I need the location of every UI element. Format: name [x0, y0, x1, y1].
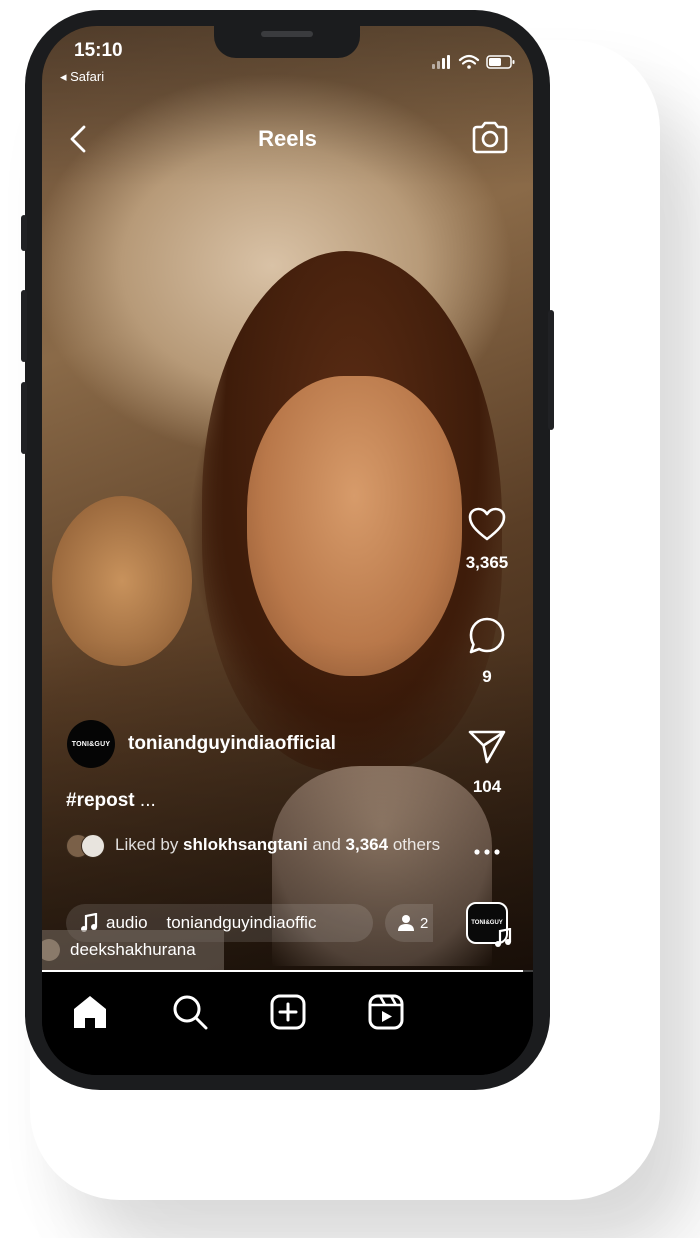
page-title: Reels: [258, 126, 317, 151]
tagged-user-chip[interactable]: deekshakhurana: [42, 930, 224, 970]
signal-icon: [432, 55, 450, 69]
liked-by-suffix: others: [388, 835, 441, 854]
home-icon: [74, 996, 106, 1028]
battery-icon: [486, 55, 515, 69]
mute-switch: [21, 215, 27, 251]
liked-by-count[interactable]: 3,364: [346, 835, 389, 854]
person-icon: [398, 915, 414, 931]
liked-by-text[interactable]: Liked by shlokhsangtani and 3,364 others: [115, 834, 445, 856]
comment-action[interactable]: 9: [452, 616, 522, 687]
reel-video[interactable]: [42, 26, 533, 970]
search-icon: [173, 995, 208, 1030]
tab-reels[interactable]: [366, 992, 406, 1032]
liked-by-prefix: Liked by: [115, 835, 184, 854]
status-time: 15:10: [74, 40, 123, 61]
tab-search[interactable]: [170, 992, 210, 1032]
more-options-button[interactable]: [452, 844, 522, 862]
tagged-people-button[interactable]: 2: [385, 904, 433, 942]
send-icon: [468, 730, 506, 764]
tab-create[interactable]: [268, 992, 308, 1032]
camera-button[interactable]: [470, 120, 510, 156]
screen: 15:10 ◂ Safari Reels 3,365 9 104 TONI&GU…: [42, 26, 533, 1075]
caption-more[interactable]: ...: [135, 790, 156, 811]
username-link[interactable]: toniandguyindiaofficial: [128, 733, 336, 755]
status-icons: [432, 52, 522, 77]
wifi-icon: [458, 54, 480, 69]
speaker: [261, 31, 313, 37]
caption-hashtag[interactable]: #repost: [66, 790, 135, 811]
back-to-app-link[interactable]: ◂ Safari: [60, 69, 104, 85]
avatar[interactable]: TONI&GUY: [67, 720, 115, 768]
tab-home[interactable]: [70, 992, 110, 1032]
volume-down-button: [21, 382, 27, 454]
like-action[interactable]: 3,365: [452, 506, 522, 573]
video-face: [247, 376, 462, 676]
heart-icon: [468, 507, 506, 541]
people-count: 2: [420, 914, 429, 932]
more-icon: [474, 849, 500, 855]
liked-by-avatars: [66, 834, 110, 858]
volume-up-button: [21, 290, 27, 362]
reels-icon: [368, 994, 404, 1030]
liked-by-mid: and: [307, 835, 346, 854]
audio-note-icon: [494, 927, 512, 953]
caption[interactable]: #repost ...: [66, 790, 156, 812]
power-button: [548, 310, 554, 430]
liker-avatar: [81, 834, 105, 858]
like-count: 3,365: [465, 553, 509, 572]
tagged-user-name: deekshakhurana: [70, 940, 196, 959]
tagged-user-avatar: [42, 939, 60, 961]
comment-count: 9: [482, 667, 492, 686]
camera-icon: [472, 121, 508, 154]
share-action[interactable]: 104: [452, 728, 522, 797]
share-count: 104: [472, 777, 502, 796]
bottom-tab-bar: [42, 972, 533, 1075]
notch: [214, 26, 360, 58]
plus-square-icon: [270, 994, 306, 1030]
comment-icon: [469, 617, 505, 654]
liked-by-user[interactable]: shlokhsangtani: [183, 835, 308, 854]
phone-frame: 15:10 ◂ Safari Reels 3,365 9 104 TONI&GU…: [21, 10, 554, 1090]
